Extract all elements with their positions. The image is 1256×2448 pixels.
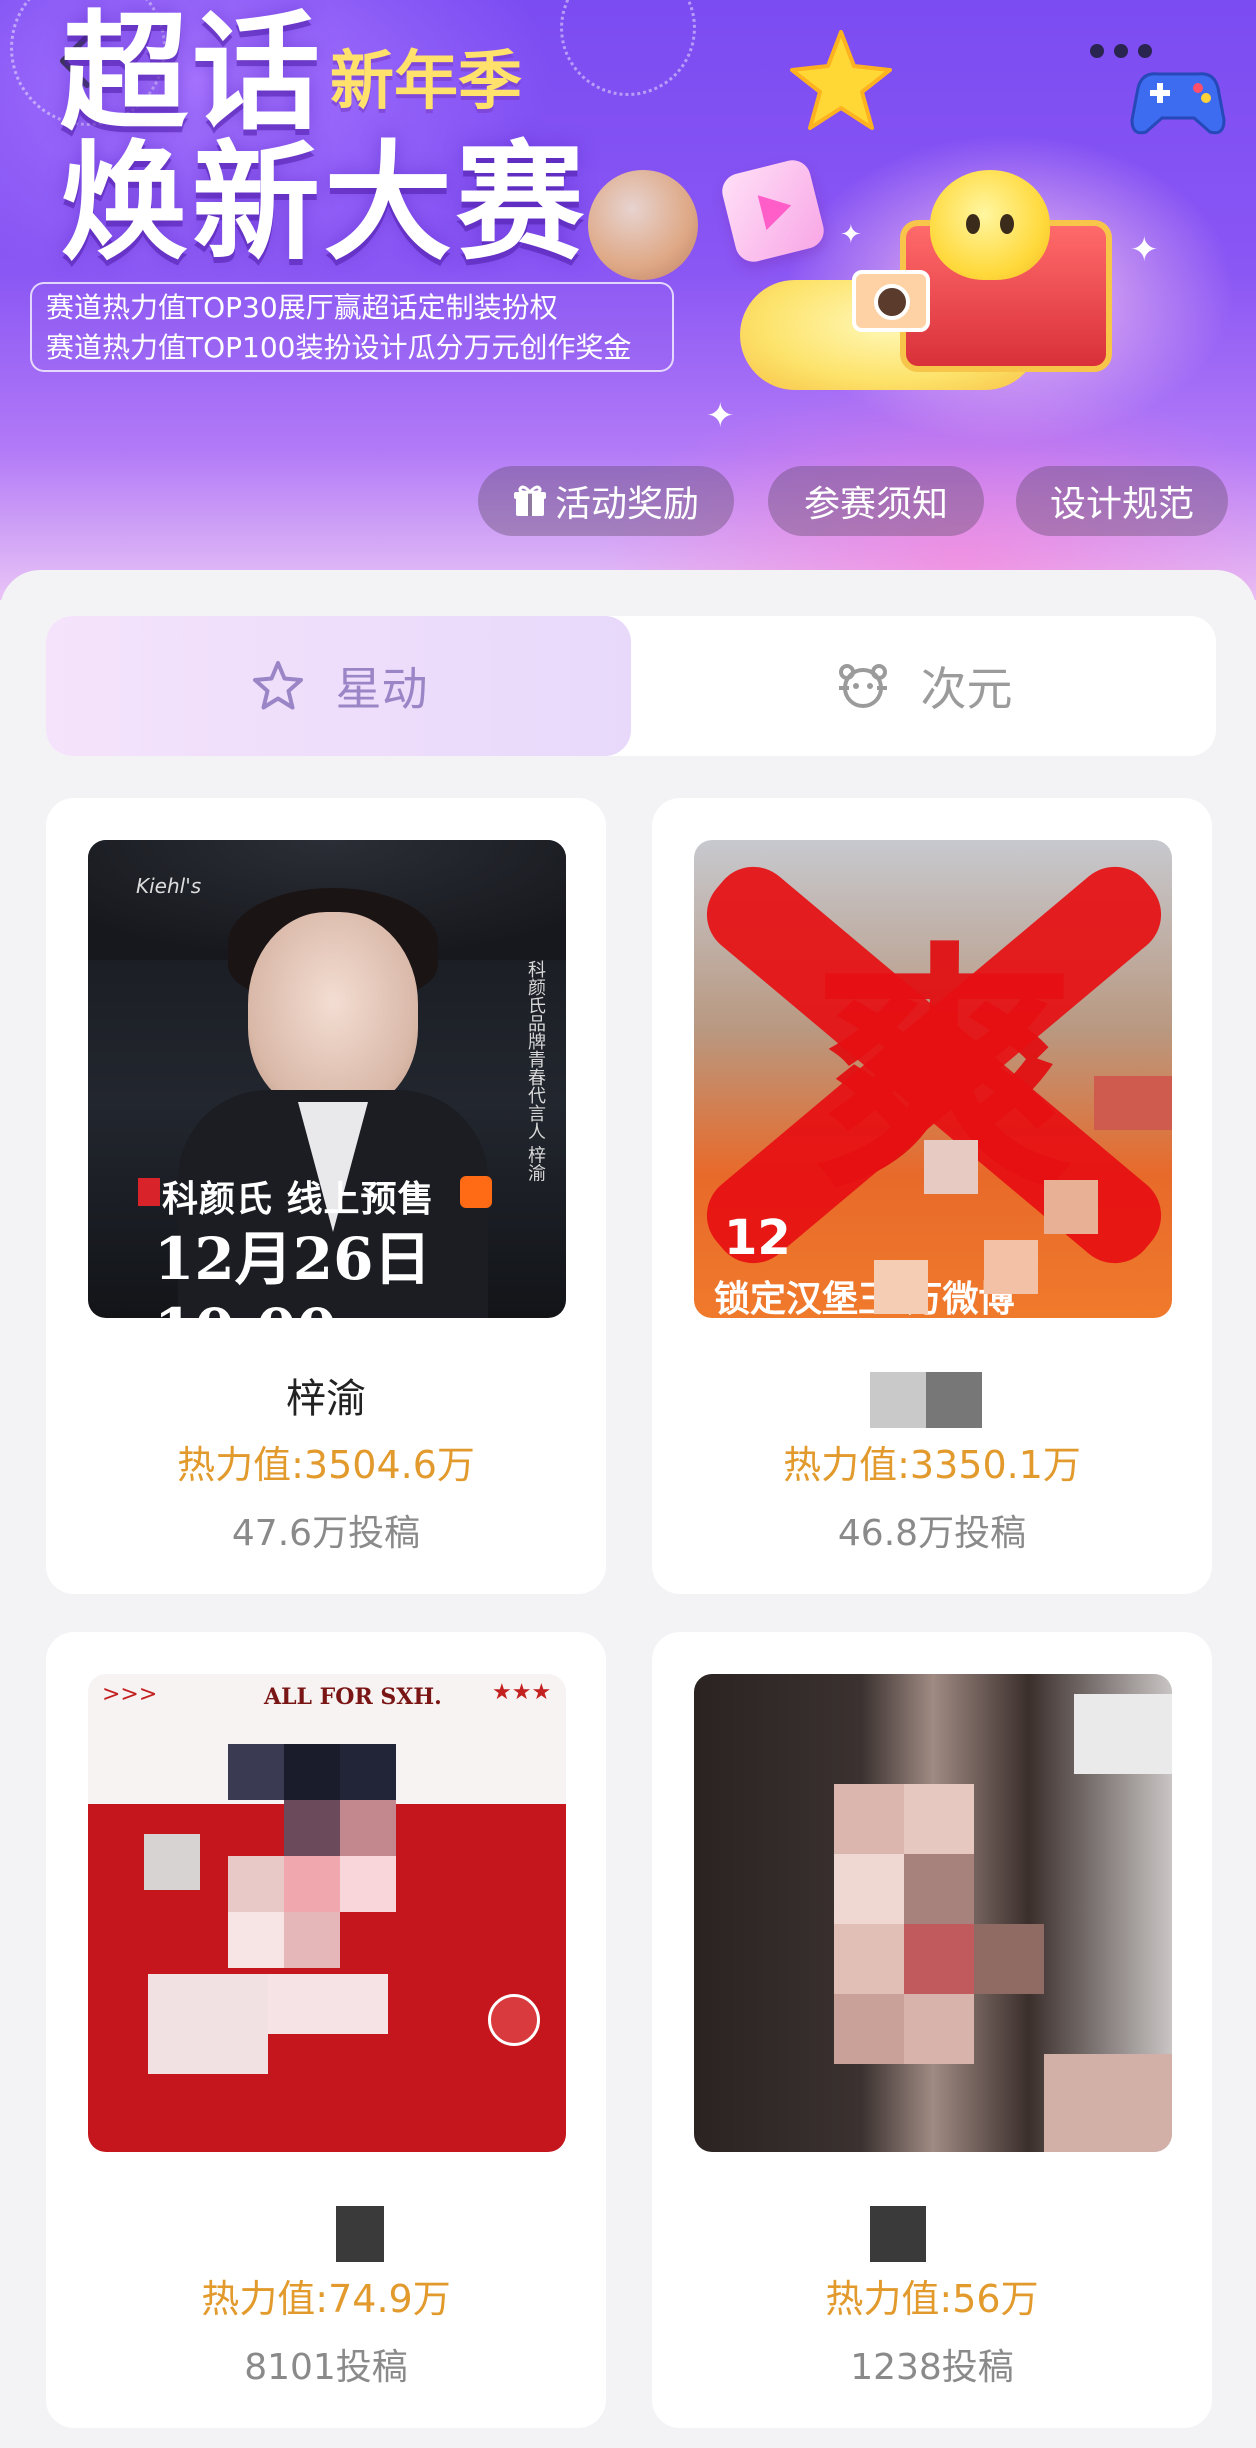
banner-title-line1: 超话: [60, 0, 325, 148]
tmall-icon: [460, 1176, 492, 1208]
pixel-block: [1094, 1076, 1172, 1130]
banner-info-box: 赛道热力值TOP30展厅赢超话定制装扮权 赛道热力值TOP100装扮设计瓜分万元…: [30, 282, 674, 372]
pixel-block: [904, 1854, 974, 1924]
card-heat-value: 热力值:3350.1万: [783, 1443, 1081, 1487]
pixel-block: [834, 1994, 904, 2064]
card-post-count: 46.8万投稿: [837, 1513, 1027, 1554]
ranking-card[interactable]: >>> ALL FOR SXH. ★★★ 热力值:74.9万 8101投稿: [46, 1632, 606, 2428]
card-cover-image: >>> ALL FOR SXH. ★★★: [88, 1674, 566, 2152]
pixel-block: [904, 1784, 974, 1854]
pixel-block: [284, 1856, 340, 1912]
design-spec-label: 设计规范: [1049, 484, 1194, 525]
star-icon: [252, 661, 303, 710]
cover-arrows-text: >>>: [102, 1682, 158, 1707]
rules-label: 参赛须知: [803, 484, 948, 525]
firework-decoration: [560, 0, 696, 96]
pixel-block: [1044, 2054, 1172, 2152]
pixel-block: 12: [724, 1210, 791, 1266]
star-decoration-icon: [790, 30, 892, 130]
tab-label: 次元: [920, 662, 1013, 716]
pixel-block: [834, 1924, 904, 1994]
ranking-card[interactable]: 热力值:56万 1238投稿: [652, 1632, 1212, 2428]
tab-ciyuan[interactable]: 次元: [631, 616, 1216, 756]
card-heat-value: 热力值:74.9万: [201, 2277, 451, 2321]
bear-face-icon: [838, 664, 887, 708]
pixel-block: [488, 1994, 540, 2046]
card-heat-value: 热力值:56万: [825, 2277, 1039, 2321]
pixel-block: [228, 1744, 284, 1800]
dot-icon: [1138, 44, 1152, 58]
coin-decoration: [588, 170, 698, 280]
play-tile-decoration: [718, 156, 828, 266]
gamepad-icon[interactable]: [1128, 58, 1228, 142]
pixel-block: [148, 1974, 268, 2074]
banner-title-line2: 焕新大赛: [60, 129, 589, 278]
pixel-block: [228, 1912, 284, 1968]
card-heat-value: 热力值:3504.6万: [177, 1443, 475, 1487]
portrait-face: [248, 912, 418, 1112]
sparkle-icon: ✦: [840, 220, 862, 250]
name-redaction-block: [870, 1372, 926, 1428]
pixel-block: [834, 1854, 904, 1924]
tab-label: 星动: [335, 662, 428, 716]
cover-date-text: 12月26日10:00: [154, 1225, 432, 1318]
sparkle-icon: ✦: [1130, 230, 1159, 270]
pixel-block: [284, 1912, 340, 1968]
content-panel: 星动 次元 Kiehl's 科颜氏品牌青春代言人 梓渝 科颜氏 线上预售 12月…: [0, 570, 1256, 2448]
pixel-block: 锁定汉堡王 万微博: [714, 1279, 1015, 1318]
pixel-block: [904, 1994, 974, 2064]
pixel-block: [974, 1924, 1044, 1994]
sparkle-icon: ✦: [706, 396, 735, 436]
activity-rewards-label: 活动奖励: [554, 484, 699, 525]
info-line: 赛道热力值TOP30展厅赢超话定制装扮权: [46, 291, 558, 324]
pixel-block: [874, 1260, 928, 1314]
cover-brand-text: ALL FOR SXH.: [264, 1684, 442, 1710]
pixel-block: [924, 1140, 978, 1194]
pixel-block: [228, 1856, 284, 1912]
category-tabs: 星动 次元: [46, 616, 1216, 756]
pixel-block: [340, 1800, 396, 1856]
pixel-block: [284, 1800, 340, 1856]
ranking-card[interactable]: Kiehl's 科颜氏品牌青春代言人 梓渝 科颜氏 线上预售 12月26日10:…: [46, 798, 606, 1594]
card-cover-image: Kiehl's 科颜氏品牌青春代言人 梓渝 科颜氏 线上预售 12月26日10:…: [88, 840, 566, 1318]
dot-icon: [1114, 44, 1128, 58]
pixel-block: [284, 1744, 340, 1800]
activity-rewards-button[interactable]: 活动奖励: [478, 466, 734, 536]
mascot-decoration: [930, 170, 1050, 280]
banner-season: 新年季: [330, 45, 522, 119]
ranking-card[interactable]: 爽 12 锁定汉堡王 万微博 热力值:3350.1万 46.8万投稿: [652, 798, 1212, 1594]
pixel-block: [984, 1240, 1038, 1294]
gift-icon: [513, 485, 546, 516]
brand-tag-icon: [138, 1178, 160, 1206]
card-post-count: 8101投稿: [244, 2347, 408, 2388]
pixel-block: [834, 1784, 904, 1854]
card-post-count: 1238投稿: [850, 2347, 1014, 2388]
pixel-block: [340, 1856, 396, 1912]
brand-logo: Kiehl's: [136, 874, 202, 898]
name-redaction-block: [926, 1372, 982, 1428]
pixel-block: [340, 1744, 396, 1800]
pixel-block: [268, 1974, 388, 2034]
camera-decoration: [852, 270, 930, 332]
cover-vertical-text: 科颜氏品牌青春代言人 梓渝: [525, 960, 546, 1182]
info-line: 赛道热力值TOP100装扮设计瓜分万元创作奖金: [46, 331, 632, 364]
dot-icon: [1090, 44, 1104, 58]
name-redaction-block: [336, 2206, 384, 2262]
card-cover-image: 爽 12 锁定汉堡王 万微博: [694, 840, 1172, 1318]
rules-button[interactable]: 参赛须知: [768, 466, 984, 536]
name-redaction-block: [870, 2206, 926, 2262]
card-cover-image: [694, 1674, 1172, 2152]
card-post-count: 47.6万投稿: [231, 1513, 421, 1554]
cover-stars-text: ★★★: [492, 1680, 552, 1705]
pixel-block: [904, 1924, 974, 1994]
design-spec-button[interactable]: 设计规范: [1016, 466, 1228, 536]
tab-xingdong[interactable]: 星动: [46, 616, 631, 756]
event-banner: 超话 新年季 焕新大赛 赛道热力值TOP30展厅赢超话定制装扮权 赛道热力值TO…: [0, 0, 1256, 600]
card-name: 梓渝: [286, 1376, 366, 1422]
pixel-block: [1074, 1694, 1172, 1774]
pixel-block: [144, 1834, 200, 1890]
pixel-block: [1044, 1180, 1098, 1234]
